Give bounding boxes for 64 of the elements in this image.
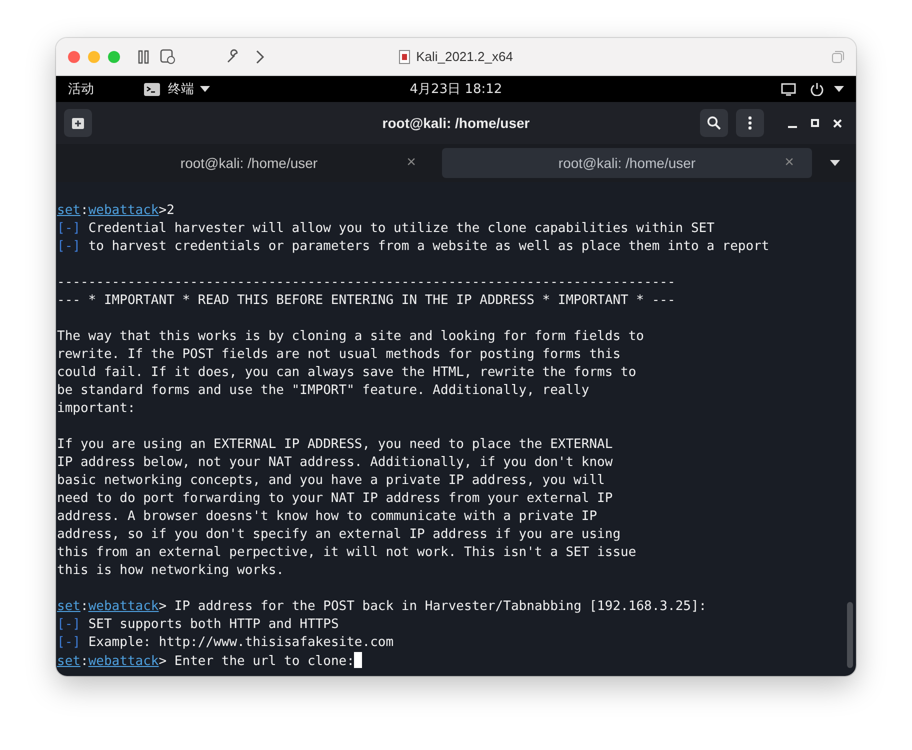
caret-icon[interactable] bbox=[834, 86, 844, 92]
terminal-text: this is how networking works. bbox=[57, 563, 284, 578]
terminal-text: The way that this works is by cloning a site and looking for form fields to bbox=[57, 329, 644, 344]
prompt-separator: : bbox=[80, 599, 88, 614]
prompt-link[interactable]: set bbox=[57, 654, 80, 669]
scrollbar-thumb[interactable] bbox=[847, 602, 853, 668]
close-icon[interactable] bbox=[833, 118, 842, 128]
chevron-right-icon[interactable] bbox=[255, 50, 265, 64]
terminal-text: to harvest credentials or parameters from a website as well as place them into a report bbox=[88, 239, 770, 254]
prompt-link[interactable]: webattack bbox=[88, 654, 159, 669]
info-marker: [-] bbox=[57, 635, 80, 650]
menu-icon bbox=[748, 116, 752, 130]
search-icon bbox=[707, 116, 721, 130]
terminal-text: Example: http://www.thisisafakesite.com bbox=[88, 635, 394, 650]
terminal-text: If you are using an EXTERNAL IP ADDRESS, you need to place the EXTERNAL bbox=[57, 437, 613, 452]
prompt-separator: : bbox=[80, 654, 88, 669]
maximize-icon[interactable] bbox=[811, 119, 819, 127]
tab-close-button[interactable]: × bbox=[784, 154, 794, 172]
pause-icon[interactable] bbox=[138, 50, 150, 64]
terminal-text: SET supports both HTTP and HTTPS bbox=[88, 617, 339, 632]
terminal-text: --- * IMPORTANT * READ THIS BEFORE ENTERING IN THE IP ADDRESS * IMPORTANT * --- bbox=[57, 293, 676, 308]
activities-button[interactable]: 活动 bbox=[68, 80, 94, 98]
info-marker: [-] bbox=[57, 617, 80, 632]
prompt-link[interactable]: set bbox=[57, 203, 80, 218]
info-marker: [-] bbox=[57, 239, 80, 254]
terminal-text: important: bbox=[57, 401, 136, 416]
terminal-text: this from an external perpective, it will not work. This isn't a SET issue bbox=[57, 545, 636, 560]
snapshot-icon[interactable] bbox=[160, 49, 175, 64]
close-button[interactable] bbox=[68, 50, 80, 62]
info-marker: [-] bbox=[57, 221, 80, 236]
plus-icon bbox=[71, 116, 85, 130]
prompt-separator: : bbox=[80, 203, 88, 218]
app-menu[interactable]: 终端 bbox=[168, 80, 194, 98]
terminal-text: need to do port forwarding to your NAT IP address from your external IP bbox=[57, 491, 613, 506]
terminal-text: basic networking concepts, and you have a private IP address, you will bbox=[57, 473, 605, 488]
terminal-text: rewrite. If the POST fields are not usual methods for posting forms this bbox=[57, 347, 621, 362]
terminal-tab[interactable]: root@kali: /home/user × bbox=[442, 148, 812, 178]
clock[interactable]: 4月23日 18:12 bbox=[410, 80, 502, 98]
terminal-text: could fail. If it does, you can always save the HTML, rewrite the forms to bbox=[57, 365, 636, 380]
terminal-title: root@kali: /home/user bbox=[382, 115, 530, 131]
terminal-text: Credential harvester will allow you to utilize the clone capabilities within SET bbox=[88, 221, 714, 236]
terminal-text: > Enter the url to clone: bbox=[158, 654, 354, 669]
terminal-text: ------------------------------------------------------------------------------- bbox=[57, 275, 676, 290]
new-tab-button[interactable] bbox=[64, 109, 92, 137]
terminal-icon bbox=[144, 82, 160, 96]
search-button[interactable] bbox=[700, 109, 728, 137]
terminal-text: > IP address for the POST back in Harvester/Tabnabbing [192.168.3.25]: bbox=[158, 599, 707, 614]
window-title: Kali_2021.2_x64 bbox=[416, 49, 513, 64]
terminal-text: be standard forms and use the "IMPORT" feature. Additionally, really bbox=[57, 383, 590, 398]
terminal-text: address, so if you don't specify an external IP address if you are using bbox=[57, 527, 621, 542]
caret-icon[interactable] bbox=[830, 160, 840, 166]
prompt-link[interactable]: webattack bbox=[88, 599, 159, 614]
prompt-link[interactable]: webattack bbox=[88, 203, 159, 218]
power-icon[interactable] bbox=[810, 82, 824, 96]
tab-close-button[interactable]: × bbox=[406, 154, 416, 172]
terminal-text: address. A browser doesns't know how to communicate with a private IP bbox=[57, 509, 598, 524]
document-icon bbox=[399, 50, 410, 64]
caret-icon[interactable] bbox=[200, 86, 210, 92]
terminal-text: >2 bbox=[158, 203, 174, 218]
prompt-link[interactable]: set bbox=[57, 599, 80, 614]
screen-icon[interactable] bbox=[781, 82, 796, 96]
menu-button[interactable] bbox=[736, 109, 764, 137]
terminal-tab[interactable]: root@kali: /home/user × bbox=[64, 148, 434, 178]
terminal-text: IP address below, not your NAT address. Additionally, if you don't know bbox=[57, 455, 613, 470]
